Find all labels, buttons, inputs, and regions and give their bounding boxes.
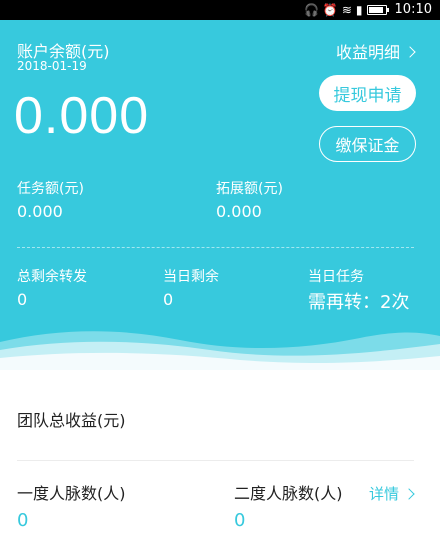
deposit-button[interactable]: 缴保证金 xyxy=(319,126,416,162)
total-remaining-label: 总剩余转发 xyxy=(17,269,87,285)
wave-decoration xyxy=(0,331,440,370)
today-remaining-value: 0 xyxy=(163,290,174,309)
today-task-value: 需再转：2次 xyxy=(308,292,410,313)
section-divider xyxy=(17,460,414,461)
task-amount-label: 任务额(元) xyxy=(17,181,84,197)
status-icons: 🎧 ⏰ ≋ ▮ 10:10 xyxy=(304,2,432,18)
first-degree-value: 0 xyxy=(17,510,29,531)
expand-amount-label: 拓展额(元) xyxy=(216,181,283,197)
dashed-divider xyxy=(17,247,414,248)
alarm-icon: ⏰ xyxy=(322,3,338,17)
today-task-label: 当日任务 xyxy=(308,269,364,285)
wifi-icon: ≋ xyxy=(341,3,352,17)
account-header: 账户余额(元) 2018-01-19 0.000 收益明细 提现申请 缴保证金 … xyxy=(0,20,440,370)
second-degree-value: 0 xyxy=(234,510,246,531)
income-detail-label: 收益明细 xyxy=(335,43,400,62)
team-section: 团队总收益(元) 一度人脉数(人) 0 二度人脉数(人) 0 详情 xyxy=(0,370,440,534)
team-detail-label: 详情 xyxy=(369,485,400,503)
withdraw-button[interactable]: 提现申请 xyxy=(319,75,416,111)
team-income-title: 团队总收益(元) xyxy=(17,411,126,430)
balance-date: 2018-01-19 xyxy=(17,59,87,73)
status-time: 10:10 xyxy=(394,2,432,17)
expand-amount-value: 0.000 xyxy=(216,202,262,221)
first-degree-label: 一度人脉数(人) xyxy=(17,484,126,503)
balance-amount: 0.000 xyxy=(14,87,150,145)
team-detail-link[interactable]: 详情 xyxy=(369,483,415,504)
income-detail-link[interactable]: 收益明细 xyxy=(335,39,416,63)
status-bar: 🎧 ⏰ ≋ ▮ 10:10 xyxy=(0,0,440,20)
signal-icon: ▮ xyxy=(355,3,363,17)
chevron-right-icon xyxy=(404,45,416,58)
task-amount-value: 0.000 xyxy=(17,202,63,221)
battery-icon xyxy=(366,5,389,15)
second-degree-label: 二度人脉数(人) xyxy=(234,484,343,503)
today-remaining-label: 当日剩余 xyxy=(163,269,219,285)
headset-icon: 🎧 xyxy=(303,3,319,17)
total-remaining-value: 0 xyxy=(17,290,28,309)
chevron-right-icon xyxy=(403,488,415,500)
